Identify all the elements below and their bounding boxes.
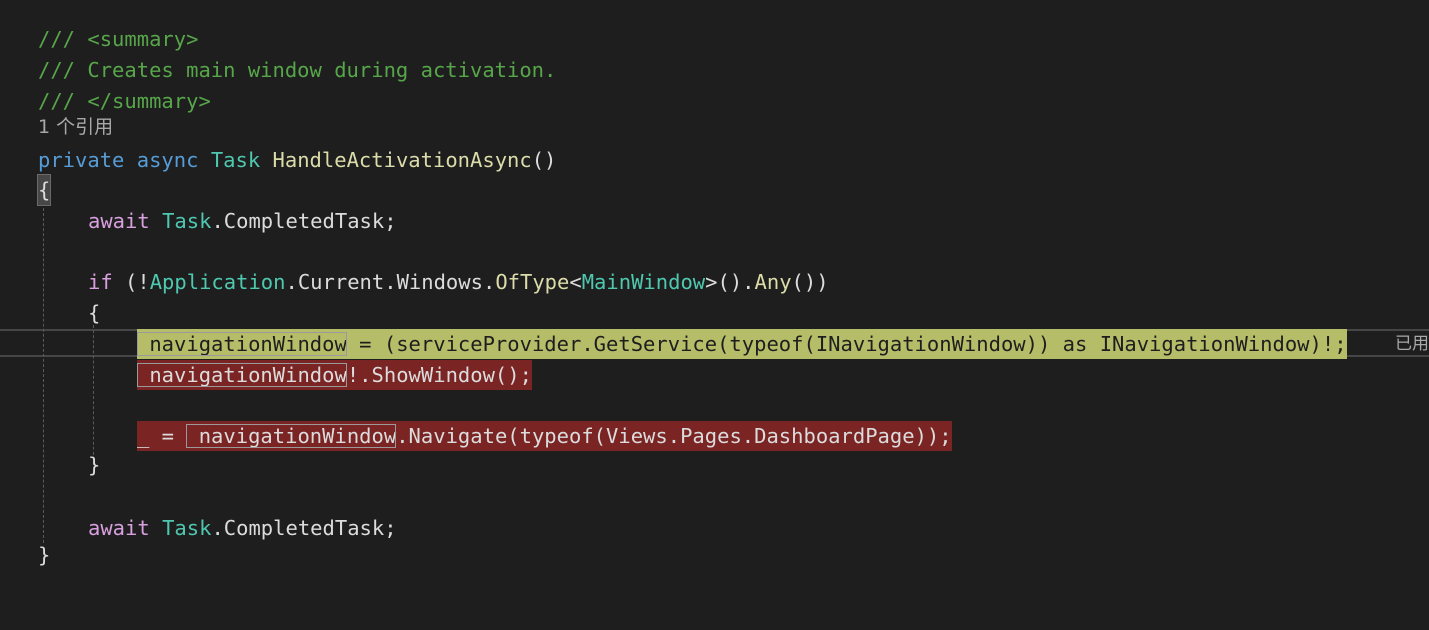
punctuation: ())	[791, 270, 829, 294]
code-line-show: _navigationWindow!.ShowWindow();	[0, 360, 1429, 390]
await-statement: await Task.CompletedTask;	[88, 513, 397, 543]
code-line-if: if (!Application.Current.Windows.OfType<…	[0, 267, 1429, 297]
inner-brace-open: {	[88, 301, 101, 325]
member-access: .CompletedTask;	[211, 209, 397, 233]
method-name: HandleActivationAsync	[272, 148, 532, 172]
type-application: Application	[149, 270, 286, 294]
inline-hint: 已用	[1395, 334, 1429, 354]
if-statement: if (!Application.Current.Windows.OfType<…	[88, 267, 829, 297]
codelens-line: 1 个引用	[0, 112, 1429, 142]
parens: ()	[531, 148, 557, 172]
assignment-statement: _navigationWindow = (serviceProvider.Get…	[137, 329, 1347, 359]
assignment-expression: = (serviceProvider.GetService(typeof(INa…	[346, 332, 1347, 356]
type-task: Task	[162, 209, 212, 233]
codelens-references[interactable]: 1 个引用	[38, 112, 113, 142]
matched-brace-close: }	[38, 543, 51, 567]
discard: _ =	[137, 424, 187, 448]
doc-comment: /// Creates main window during activatio…	[38, 58, 557, 82]
keyword-await: await	[88, 209, 150, 233]
code-line-1: /// <summary>	[0, 24, 1429, 54]
code-line-signature: private async Task HandleActivationAsync…	[0, 145, 1429, 175]
keyword-private: private	[38, 148, 125, 172]
code-line-open-brace: {	[0, 174, 1429, 206]
variable-navigation-window: _navigationWindow	[137, 332, 347, 356]
navigate-statement: _ = _navigationWindow.Navigate(typeof(Vi…	[137, 421, 952, 451]
type-task: Task	[210, 148, 261, 172]
matched-brace-open: {	[36, 174, 52, 206]
punctuation: >().	[705, 270, 755, 294]
member-chain: .Current.Windows.	[285, 270, 496, 294]
method-any: Any	[754, 270, 792, 294]
keyword-async: async	[136, 148, 199, 172]
type-task: Task	[162, 516, 212, 540]
keyword-await: await	[88, 516, 150, 540]
show-window-statement: _navigationWindow!.ShowWindow();	[137, 360, 532, 390]
punctuation: (!	[112, 270, 150, 294]
type-mainwindow: MainWindow	[581, 270, 706, 294]
code-line-close-brace: }	[0, 540, 1429, 570]
code-line-navigate: _ = _navigationWindow.Navigate(typeof(Vi…	[0, 421, 1429, 451]
code-line-inner-open: {	[0, 298, 1429, 328]
show-window-call: !.ShowWindow();	[346, 363, 532, 387]
code-line-inner-close: }	[0, 450, 1429, 480]
code-line-assign: _navigationWindow = (serviceProvider.Get…	[0, 329, 1429, 359]
variable-navigation-window: _navigationWindow	[186, 424, 397, 448]
await-statement: await Task.CompletedTask;	[88, 206, 397, 236]
doc-comment: /// <summary>	[38, 27, 199, 51]
navigate-call: .Navigate(typeof(Views.Pages.DashboardPa…	[396, 424, 952, 448]
variable-navigation-window: _navigationWindow	[137, 363, 347, 387]
method-oftype: OfType	[495, 270, 570, 294]
keyword-if: if	[88, 270, 113, 294]
method-signature: private async Task HandleActivationAsync…	[38, 145, 556, 175]
punctuation: <	[569, 270, 582, 294]
code-line-await-1: await Task.CompletedTask;	[0, 206, 1429, 236]
code-editor[interactable]: /// <summary> /// Creates main window du…	[0, 0, 1429, 588]
inner-brace-close: }	[88, 453, 101, 477]
code-line-2: /// Creates main window during activatio…	[0, 55, 1429, 85]
member-access: .CompletedTask;	[211, 516, 397, 540]
code-line-await-2: await Task.CompletedTask;	[0, 513, 1429, 543]
